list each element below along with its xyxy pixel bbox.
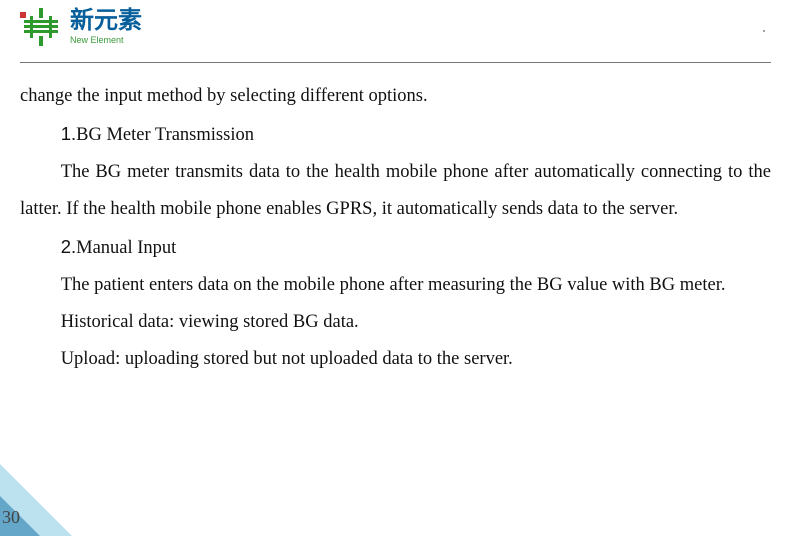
item-1-text: The BG meter transmits data to the healt…	[20, 154, 771, 228]
brand-name-en: New Element	[70, 35, 142, 45]
historical-line: Historical data: viewing stored BG data.	[20, 304, 771, 341]
item-1-heading: 1.BG Meter Transmission	[20, 115, 771, 154]
brand-name-cn: 新元素	[70, 9, 142, 33]
item-2-text: The patient enters data on the mobile ph…	[20, 267, 771, 304]
item-2-title: Manual Input	[76, 238, 176, 258]
item-2-heading: 2.Manual Input	[20, 228, 771, 267]
logo-text: 新元素 New Element	[70, 9, 142, 45]
paragraph-lead: change the input method by selecting dif…	[20, 78, 771, 115]
item-2-number: 2.	[61, 236, 76, 257]
page-root: 新元素 New Element change the input method …	[0, 0, 791, 536]
document-body: change the input method by selecting dif…	[20, 78, 771, 378]
page-number: 30	[2, 507, 20, 528]
header-rule	[20, 62, 771, 63]
upload-line: Upload: uploading stored but not uploade…	[20, 341, 771, 378]
logo: 新元素 New Element	[20, 6, 771, 48]
header: 新元素 New Element	[20, 6, 771, 60]
item-1-number: 1.	[61, 123, 76, 144]
logo-mark-icon	[20, 6, 62, 48]
item-1-title: BG Meter Transmission	[76, 125, 254, 145]
header-dot-icon	[763, 30, 765, 32]
